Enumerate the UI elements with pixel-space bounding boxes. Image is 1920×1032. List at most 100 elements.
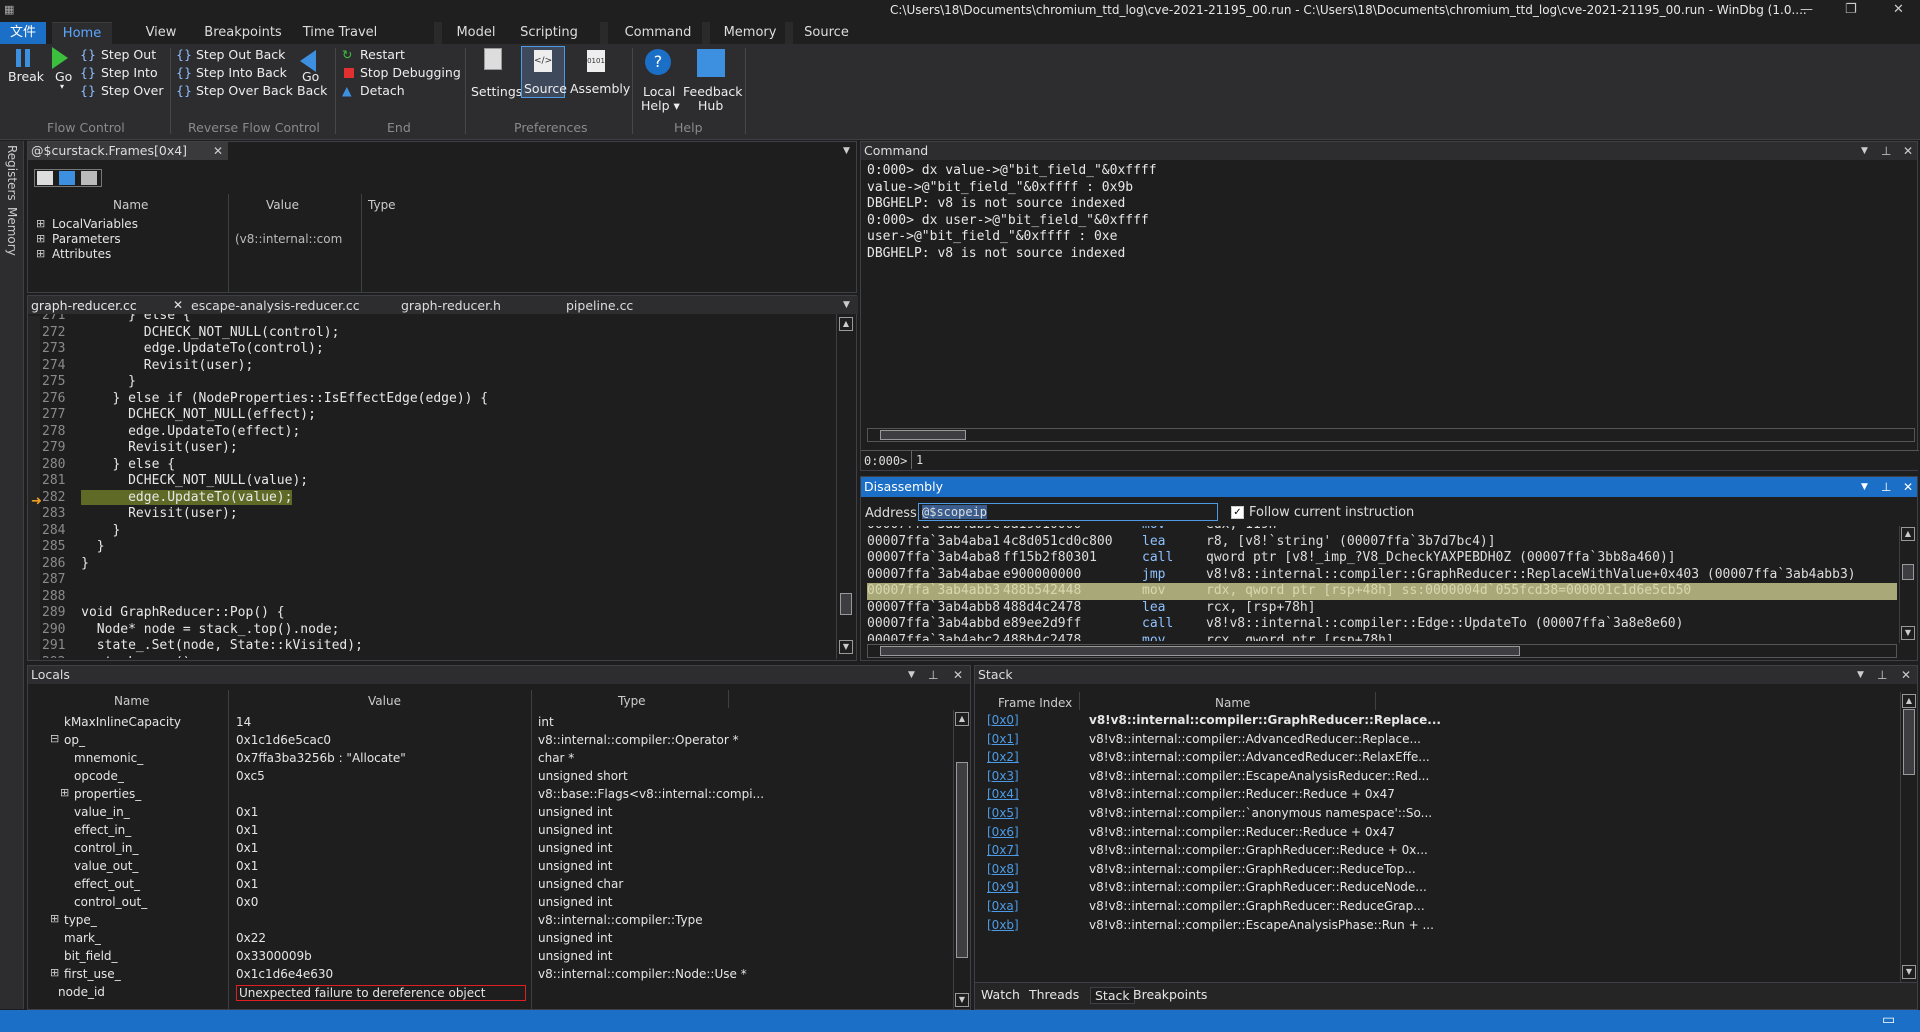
stack-pin-icon[interactable]: ⊥ — [1877, 666, 1887, 684]
source-scrollbar[interactable]: ▲ ▼ — [836, 314, 856, 659]
pane-menu-icon[interactable]: ▼ — [843, 142, 850, 160]
grid-view-icon[interactable] — [37, 171, 53, 185]
locals-row-name[interactable]: mnemonic_ — [74, 751, 143, 765]
break-button[interactable]: Break — [8, 69, 44, 84]
locals-row-name[interactable]: mark_ — [64, 931, 101, 945]
ribbon-tab-4[interactable]: Time Travel — [290, 22, 390, 44]
expand-icon[interactable]: ⊞ — [60, 786, 69, 799]
locals-row-name[interactable]: value_out_ — [74, 859, 138, 873]
stack-frame-name[interactable]: v8!v8::internal::compiler::EscapeAnalysi… — [1089, 918, 1434, 932]
locals-row-name[interactable]: value_in_ — [74, 805, 130, 819]
locals-row-name[interactable]: type_ — [64, 913, 97, 927]
frames-row-name[interactable]: Attributes — [52, 247, 111, 261]
locals-row-name[interactable]: properties_ — [74, 787, 141, 801]
locals-scrollbar[interactable]: ▲ ▼ — [953, 710, 970, 1009]
disasm-hscroll[interactable] — [867, 644, 1897, 658]
step-out-back-button[interactable]: Step Out Back — [196, 47, 285, 62]
source-tab-0[interactable]: graph-reducer.cc — [31, 298, 137, 313]
command-hscroll[interactable] — [867, 428, 1915, 442]
expand-icon[interactable]: ⊞ — [50, 912, 59, 925]
frames-row-name[interactable]: LocalVariables — [52, 217, 138, 231]
stack-bottom-tab-2[interactable]: Stack — [1090, 987, 1135, 1004]
step-into-back-button[interactable]: Step Into Back — [196, 65, 287, 80]
stack-frame-index[interactable]: [0x0] — [987, 713, 1019, 727]
command-close-icon[interactable]: ✕ — [1903, 142, 1913, 160]
frames-row-name[interactable]: Parameters — [52, 232, 121, 246]
locals-row-name[interactable]: control_in_ — [74, 841, 139, 855]
stack-frame-name[interactable]: v8!v8::internal::compiler::GraphReducer:… — [1089, 899, 1425, 913]
app-icon[interactable]: ▦ — [4, 3, 14, 16]
stack-frame-index[interactable]: [0x4] — [987, 787, 1019, 801]
disasm-row[interactable]: 00007ffa`3ab4ab9cba19010000 mov edx, 119h — [867, 526, 1897, 534]
close-frames-icon[interactable]: ✕ — [213, 142, 223, 160]
address-field[interactable]: @$scopeip — [918, 503, 1218, 521]
locals-row-name[interactable]: kMaxInlineCapacity — [64, 715, 181, 729]
disasm-row[interactable]: 00007ffa`3ab4abae e900000000 jmp v8!v8::int… — [867, 567, 1897, 584]
locals-close-icon[interactable]: ✕ — [953, 666, 963, 684]
close-source-tab-icon[interactable]: ✕ — [173, 298, 183, 312]
registers-tab[interactable]: Registers — [5, 145, 19, 201]
go-back-label2[interactable]: Back — [297, 83, 327, 98]
command-menu-icon[interactable]: ▼ — [1861, 142, 1868, 160]
locals-pin-icon[interactable]: ⊥ — [928, 666, 938, 684]
stack-frame-name[interactable]: v8!v8::internal::compiler::GraphReducer:… — [1089, 880, 1427, 894]
source-tab-2[interactable]: graph-reducer.h — [401, 298, 501, 313]
locals-menu-icon[interactable]: ▼ — [908, 666, 915, 684]
stack-bottom-tab-1[interactable]: Threads — [1029, 987, 1079, 1002]
stack-frame-name[interactable]: v8!v8::internal::compiler::GraphReducer:… — [1089, 713, 1441, 727]
locals-row-name[interactable]: effect_out_ — [74, 877, 140, 891]
detach-button[interactable]: Detach — [360, 83, 405, 98]
stack-frame-index[interactable]: [0xa] — [987, 899, 1018, 913]
stack-frame-index[interactable]: [0x3] — [987, 769, 1019, 783]
ribbon-tab-2[interactable]: View — [136, 22, 186, 44]
expand-icon[interactable]: ⊞ — [36, 217, 45, 230]
disasm-row[interactable]: 00007ffa`3ab4aba8 ff15b2f80301 call qword p… — [867, 550, 1897, 567]
close-window-icon[interactable]: ✕ — [1893, 2, 1904, 17]
locals-col-name[interactable]: Name — [114, 694, 149, 708]
table-view-icon[interactable] — [81, 171, 97, 185]
notification-icon[interactable]: ▭ — [1882, 1012, 1895, 1028]
command-input[interactable]: 1 — [916, 453, 923, 467]
stack-frame-name[interactable]: v8!v8::internal::compiler::AdvancedReduc… — [1089, 732, 1421, 746]
disasm-row[interactable]: 00007ffa`3ab4abb8 488d4c2478 lea rcx, [rsp+… — [867, 600, 1897, 617]
expand-icon[interactable]: ⊞ — [36, 247, 45, 260]
frames-col-value[interactable]: Value — [266, 198, 299, 212]
stack-frame-name[interactable]: v8!v8::internal::compiler::`anonymous na… — [1089, 806, 1432, 820]
source-tab-3[interactable]: pipeline.cc — [566, 298, 633, 313]
stack-frame-name[interactable]: v8!v8::internal::compiler::Reducer::Redu… — [1089, 825, 1395, 839]
locals-row-name[interactable]: first_use_ — [64, 967, 121, 981]
local-help-button[interactable]: Local — [643, 84, 675, 99]
source-tab-1[interactable]: escape-analysis-reducer.cc — [191, 298, 360, 313]
stack-close-icon[interactable]: ✕ — [1901, 666, 1911, 684]
stack-frame-name[interactable]: v8!v8::internal::compiler::EscapeAnalysi… — [1089, 769, 1429, 783]
feedback-hub-label[interactable]: Hub — [698, 98, 723, 113]
stack-col-frame-index[interactable]: Frame Index — [998, 696, 1072, 710]
locals-row-name[interactable]: control_out_ — [74, 895, 147, 909]
ribbon-tab-8[interactable]: Memory — [714, 22, 786, 44]
local-help-dropdown[interactable]: Help ▾ — [641, 98, 680, 113]
disasm-row[interactable]: 00007ffa`3ab4aba1 4c8d051cd0c800 lea r8, [v… — [867, 534, 1897, 551]
go-back-label[interactable]: Go — [302, 69, 319, 84]
memory-tab[interactable]: Memory — [5, 207, 19, 256]
locals-row-name[interactable]: bit_field_ — [64, 949, 118, 963]
ribbon-tab-5[interactable]: Model — [446, 22, 506, 44]
command-pin-icon[interactable]: ⊥ — [1881, 142, 1891, 160]
stack-frame-index[interactable]: [0x8] — [987, 862, 1019, 876]
tree-view-icon[interactable] — [59, 171, 75, 185]
stack-col-name[interactable]: Name — [1215, 696, 1250, 710]
locals-col-value[interactable]: Value — [368, 694, 401, 708]
disasm-row[interactable]: 00007ffa`3ab4abb3 488b542448 mov rdx, qword… — [867, 583, 1897, 600]
disasm-row[interactable]: 00007ffa`3ab4abbd e89ee2d9ff call v8!v8::in… — [867, 616, 1897, 633]
stack-frame-name[interactable]: v8!v8::internal::compiler::GraphReducer:… — [1089, 843, 1428, 857]
disasm-pin-icon[interactable]: ⊥ — [1881, 477, 1891, 497]
disasm-menu-icon[interactable]: ▼ — [1861, 477, 1868, 497]
settings-button[interactable]: Settings — [471, 84, 522, 99]
frames-col-type[interactable]: Type — [368, 198, 396, 212]
stack-frame-name[interactable]: v8!v8::internal::compiler::Reducer::Redu… — [1089, 787, 1395, 801]
locals-row-name[interactable]: node_id — [58, 985, 105, 999]
ribbon-tab-7[interactable]: Command — [612, 22, 704, 44]
ribbon-tab-3[interactable]: Breakpoints — [198, 22, 288, 44]
ribbon-tab-1[interactable]: Home — [52, 22, 112, 44]
minimize-icon[interactable]: — — [1800, 2, 1813, 17]
step-into-button[interactable]: Step Into — [101, 65, 158, 80]
